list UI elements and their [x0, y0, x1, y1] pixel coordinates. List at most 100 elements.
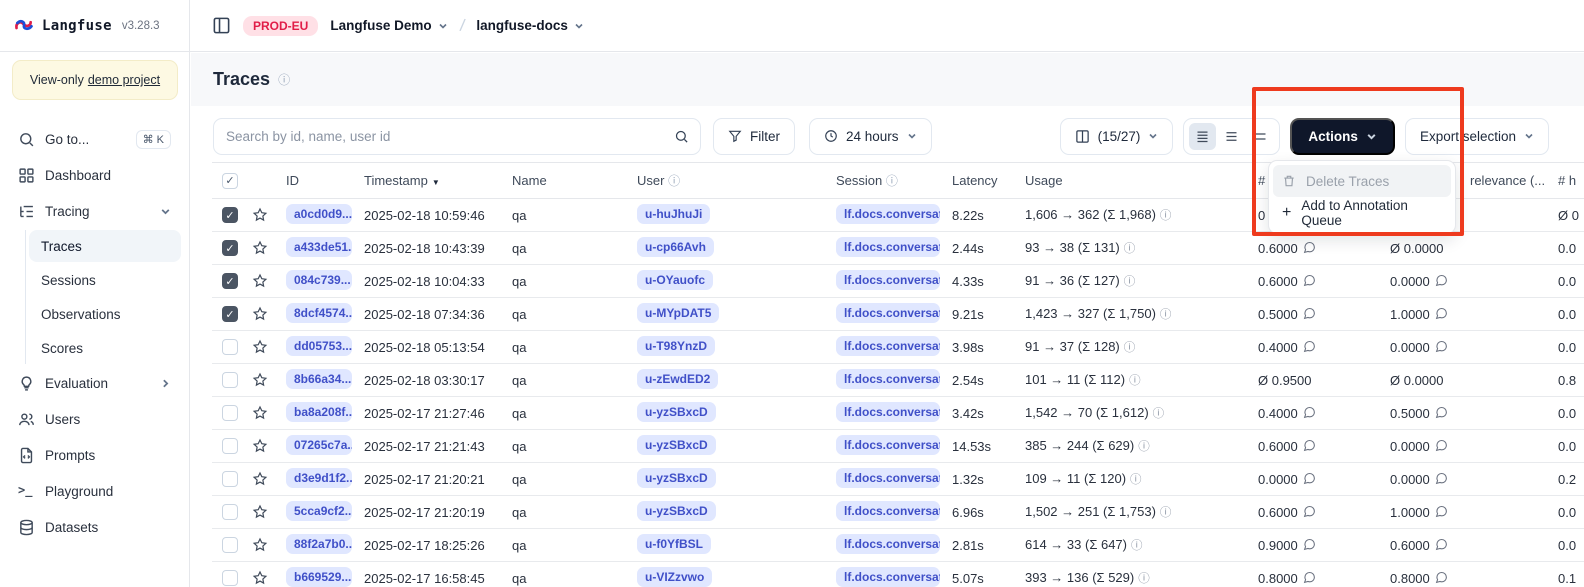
- row-checkbox[interactable]: ✓: [222, 306, 238, 322]
- trace-id-badge[interactable]: 8dcf4574...: [286, 303, 352, 323]
- trace-id-badge[interactable]: 8b66a34...: [286, 369, 352, 389]
- project-selector[interactable]: langfuse-docs: [476, 18, 584, 33]
- row-checkbox[interactable]: ✓: [222, 504, 238, 520]
- user-column-header[interactable]: User ⓘ: [631, 163, 830, 199]
- session-badge[interactable]: lf.docs.conversation...: [836, 303, 940, 323]
- sidebar-item-observations[interactable]: Observations: [29, 298, 181, 330]
- goto-search[interactable]: Go to... ⌘ K: [8, 122, 181, 156]
- favorite-star-icon[interactable]: [252, 570, 268, 586]
- user-badge[interactable]: u-VIZzvwo: [637, 567, 712, 587]
- session-badge[interactable]: lf.docs.conversation...: [836, 402, 940, 422]
- search-icon[interactable]: [662, 129, 700, 144]
- favorite-star-icon[interactable]: [252, 537, 268, 553]
- latency-column-header[interactable]: Latency: [946, 163, 1019, 199]
- favorite-star-icon[interactable]: [252, 306, 268, 322]
- session-badge[interactable]: lf.docs.conversation...: [836, 204, 940, 224]
- session-badge[interactable]: lf.docs.conversation...: [836, 567, 940, 587]
- favorite-star-icon[interactable]: [252, 273, 268, 289]
- table-row[interactable]: ✓ d3e9d1f2... 2025-02-17 21:20:21 qa u-y…: [212, 463, 1584, 496]
- favorite-star-icon[interactable]: [252, 438, 268, 454]
- truncated-column-header[interactable]: # h: [1552, 163, 1584, 199]
- row-checkbox[interactable]: ✓: [222, 570, 238, 586]
- search-input[interactable]: [214, 129, 662, 144]
- favorite-star-icon[interactable]: [252, 339, 268, 355]
- trace-id-badge[interactable]: d3e9d1f2...: [286, 468, 352, 488]
- trace-id-badge[interactable]: a0cd0d9...: [286, 204, 352, 224]
- session-badge[interactable]: lf.docs.conversation...: [836, 468, 940, 488]
- timestamp-column-header[interactable]: Timestamp▼: [358, 163, 506, 199]
- org-selector[interactable]: Langfuse Demo: [330, 18, 447, 33]
- row-height-large-button[interactable]: [1247, 123, 1274, 150]
- session-badge[interactable]: lf.docs.conversation...: [836, 369, 940, 389]
- row-checkbox[interactable]: ✓: [222, 273, 238, 289]
- favorite-star-icon[interactable]: [252, 240, 268, 256]
- favorite-star-icon[interactable]: [252, 471, 268, 487]
- sidebar-item-sessions[interactable]: Sessions: [29, 264, 181, 296]
- id-column-header[interactable]: ID: [280, 163, 358, 199]
- name-column-header[interactable]: Name: [506, 163, 631, 199]
- user-badge[interactable]: u-f0YfBSL: [637, 534, 711, 554]
- session-badge[interactable]: lf.docs.conversation...: [836, 336, 940, 356]
- row-checkbox[interactable]: ✓: [222, 405, 238, 421]
- favorite-star-icon[interactable]: [252, 504, 268, 520]
- trace-id-badge[interactable]: b669529...: [286, 567, 352, 587]
- table-row[interactable]: ✓ b669529... 2025-02-17 16:58:45 qa u-VI…: [212, 562, 1584, 587]
- user-badge[interactable]: u-yzSBxcD: [637, 468, 716, 488]
- trace-id-badge[interactable]: dd05753...: [286, 336, 352, 356]
- user-badge[interactable]: u-cp66Avh: [637, 237, 714, 257]
- sidebar-item-dashboard[interactable]: Dashboard: [8, 158, 181, 192]
- menu-item-add-to-annotation-queue[interactable]: + Add to Annotation Queue: [1273, 197, 1451, 229]
- user-badge[interactable]: u-T98YnzD: [637, 336, 715, 356]
- user-badge[interactable]: u-yzSBxcD: [637, 435, 716, 455]
- trace-id-badge[interactable]: 07265c7a...: [286, 435, 352, 455]
- column-visibility-button[interactable]: (15/27): [1060, 118, 1174, 155]
- row-checkbox[interactable]: ✓: [222, 372, 238, 388]
- table-row[interactable]: ✓ 07265c7a... 2025-02-17 21:21:43 qa u-y…: [212, 430, 1584, 463]
- row-height-small-button[interactable]: [1189, 123, 1216, 150]
- user-badge[interactable]: u-yzSBxcD: [637, 501, 716, 521]
- user-badge[interactable]: u-yzSBxcD: [637, 402, 716, 422]
- trace-id-badge[interactable]: 084c739...: [286, 270, 352, 290]
- demo-project-link[interactable]: demo project: [88, 73, 160, 87]
- user-badge[interactable]: u-zEwdED2: [637, 369, 718, 389]
- sidebar-item-prompts[interactable]: Prompts: [8, 438, 181, 472]
- trace-id-badge[interactable]: 88f2a7b0...: [286, 534, 352, 554]
- session-badge[interactable]: lf.docs.conversation...: [836, 534, 940, 554]
- table-row[interactable]: ✓ dd05753... 2025-02-18 05:13:54 qa u-T9…: [212, 331, 1584, 364]
- user-badge[interactable]: u-huJhuJi: [637, 204, 710, 224]
- sidebar-item-playground[interactable]: >_ Playground: [8, 474, 181, 508]
- row-height-medium-button[interactable]: [1218, 123, 1245, 150]
- sidebar-item-scores[interactable]: Scores: [29, 332, 181, 364]
- trace-id-badge[interactable]: 5cca9cf2...: [286, 501, 352, 521]
- table-row[interactable]: ✓ 88f2a7b0... 2025-02-17 18:25:26 qa u-f…: [212, 529, 1584, 562]
- session-badge[interactable]: lf.docs.conversation...: [836, 501, 940, 521]
- row-checkbox[interactable]: ✓: [222, 240, 238, 256]
- row-checkbox[interactable]: ✓: [222, 537, 238, 553]
- user-badge[interactable]: u-OYauofc: [637, 270, 713, 290]
- menu-item-delete-traces[interactable]: Delete Traces: [1273, 165, 1451, 197]
- row-checkbox[interactable]: ✓: [222, 207, 238, 223]
- filter-button[interactable]: Filter: [713, 118, 795, 155]
- table-row[interactable]: ✓ ba8a208f... 2025-02-17 21:27:46 qa u-y…: [212, 397, 1584, 430]
- trace-id-badge[interactable]: a433de51...: [286, 237, 352, 257]
- table-row[interactable]: ✓ a433de51... 2025-02-18 10:43:39 qa u-c…: [212, 232, 1584, 265]
- sidebar-item-traces[interactable]: Traces: [29, 230, 181, 262]
- table-row[interactable]: ✓ 8b66a34... 2025-02-18 03:30:17 qa u-zE…: [212, 364, 1584, 397]
- table-row[interactable]: ✓ 084c739... 2025-02-18 10:04:33 qa u-OY…: [212, 265, 1584, 298]
- session-badge[interactable]: lf.docs.conversation...: [836, 435, 940, 455]
- export-selection-button[interactable]: Export selection: [1405, 118, 1549, 155]
- user-badge[interactable]: u-MYpDAT5: [637, 303, 719, 323]
- timerange-button[interactable]: 24 hours: [809, 118, 932, 155]
- sidebar-item-users[interactable]: Users: [8, 402, 181, 436]
- trace-id-badge[interactable]: ba8a208f...: [286, 402, 352, 422]
- session-column-header[interactable]: Session ⓘ: [830, 163, 946, 199]
- favorite-star-icon[interactable]: [252, 372, 268, 388]
- table-row[interactable]: ✓ 8dcf4574... 2025-02-18 07:34:36 qa u-M…: [212, 298, 1584, 331]
- usage-column-header[interactable]: Usage: [1019, 163, 1252, 199]
- relevance-column-header[interactable]: relevance (...: [1464, 163, 1552, 199]
- session-badge[interactable]: lf.docs.conversation...: [836, 270, 940, 290]
- sidebar-toggle-icon[interactable]: [212, 16, 231, 35]
- actions-button[interactable]: Actions: [1290, 118, 1395, 155]
- row-checkbox[interactable]: ✓: [222, 438, 238, 454]
- row-checkbox[interactable]: ✓: [222, 339, 238, 355]
